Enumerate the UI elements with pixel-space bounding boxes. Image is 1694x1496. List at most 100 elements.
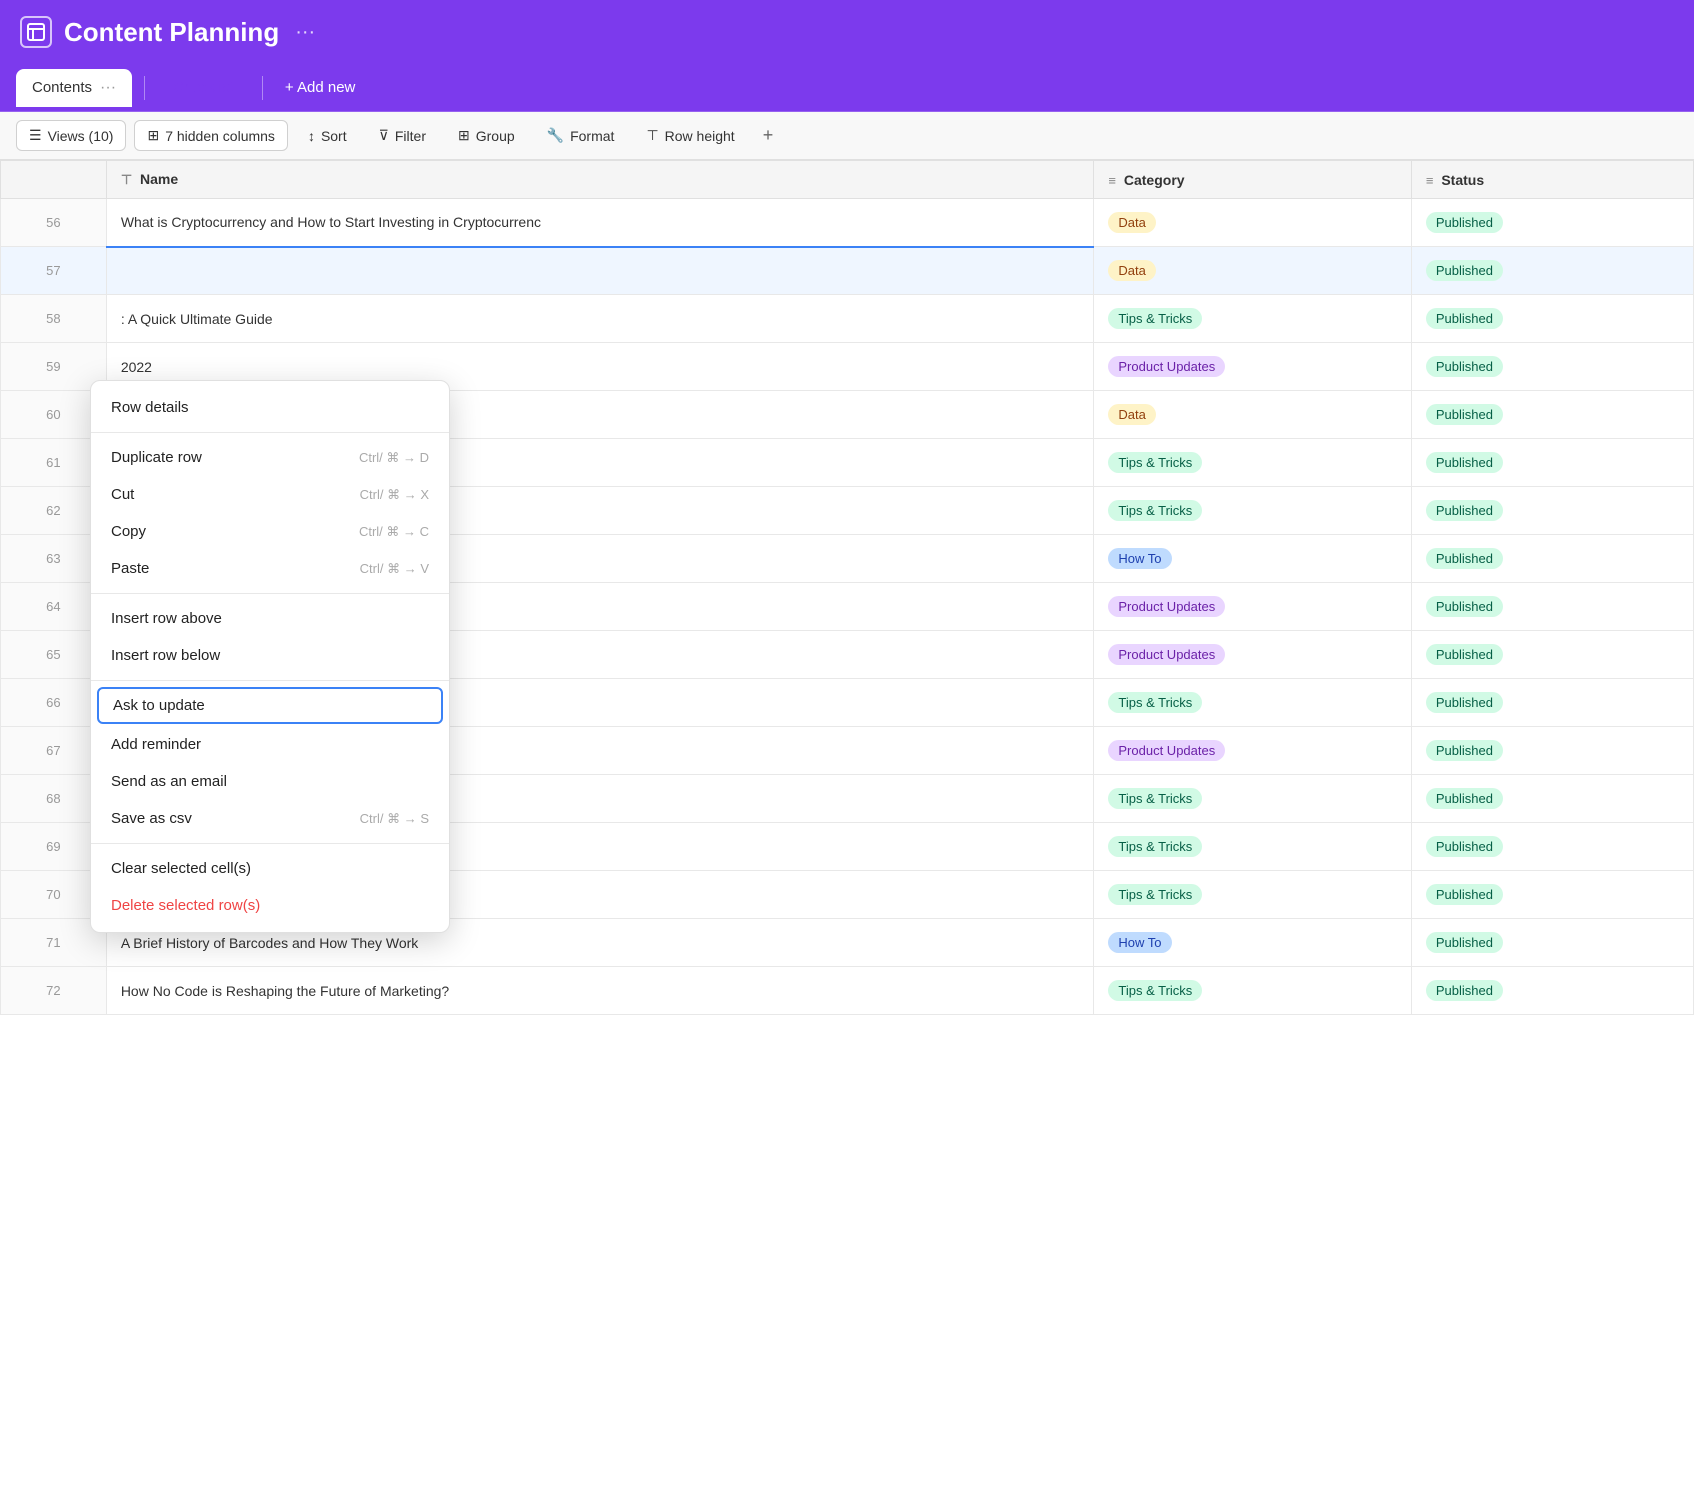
context-menu-item-insert-above[interactable]: Insert row above — [91, 600, 449, 637]
row-status[interactable]: Published — [1411, 823, 1693, 871]
row-category[interactable]: Data — [1094, 391, 1411, 439]
table-row: 56 What is Cryptocurrency and How to Sta… — [1, 199, 1694, 247]
filter-icon: ⊽ — [379, 127, 389, 144]
sort-button[interactable]: ↕ Sort — [296, 122, 359, 150]
context-menu-item-add-reminder[interactable]: Add reminder — [91, 726, 449, 763]
row-category[interactable]: Tips & Tricks — [1094, 439, 1411, 487]
tab-contents[interactable]: Contents ··· — [16, 69, 132, 107]
row-status[interactable]: Published — [1411, 775, 1693, 823]
context-menu-label-add-reminder: Add reminder — [111, 736, 201, 753]
row-category[interactable]: How To — [1094, 535, 1411, 583]
context-menu-shortcut-duplicate-row: Ctrl/ ⌘ → D — [359, 450, 429, 466]
row-status[interactable]: Published — [1411, 967, 1693, 1015]
name-col-label: Name — [140, 171, 178, 187]
row-height-button[interactable]: ⊤ Row height — [634, 121, 746, 150]
row-name[interactable]: : A Quick Ultimate Guide — [106, 295, 1094, 343]
context-menu-label-copy: Copy — [111, 523, 146, 540]
category-col-icon: ≡ — [1108, 173, 1116, 188]
row-category[interactable]: Data — [1094, 199, 1411, 247]
row-name[interactable] — [106, 247, 1094, 295]
category-col-label: Category — [1124, 172, 1185, 188]
context-menu-separator — [91, 593, 449, 594]
context-menu: Row details Duplicate rowCtrl/ ⌘ → DCutCt… — [90, 380, 450, 933]
row-status[interactable]: Published — [1411, 295, 1693, 343]
context-menu-label-paste: Paste — [111, 560, 149, 577]
category-column-header[interactable]: ≡ Category — [1094, 161, 1411, 199]
group-button[interactable]: ⊞ Group — [446, 121, 527, 150]
row-category[interactable]: Tips & Tricks — [1094, 487, 1411, 535]
context-menu-item-ask-update[interactable]: Ask to update — [97, 687, 443, 724]
filter-label: Filter — [395, 128, 426, 144]
row-status[interactable]: Published — [1411, 247, 1693, 295]
row-category[interactable]: Tips & Tricks — [1094, 823, 1411, 871]
row-status[interactable]: Published — [1411, 439, 1693, 487]
row-num-header — [1, 161, 107, 199]
status-column-header[interactable]: ≡ Status — [1411, 161, 1693, 199]
row-category[interactable]: Product Updates — [1094, 343, 1411, 391]
hidden-columns-button[interactable]: ⊞ 7 hidden columns — [134, 120, 287, 151]
toolbar: ☰ Views (10) ⊞ 7 hidden columns ↕ Sort ⊽… — [0, 112, 1694, 160]
row-status[interactable]: Published — [1411, 727, 1693, 775]
context-menu-item-delete-rows[interactable]: Delete selected row(s) — [91, 887, 449, 924]
row-category[interactable]: Product Updates — [1094, 727, 1411, 775]
context-menu-item-send-email[interactable]: Send as an email — [91, 763, 449, 800]
context-menu-item-row-details[interactable]: Row details — [91, 389, 449, 426]
row-category[interactable]: Product Updates — [1094, 583, 1411, 631]
row-category[interactable]: Tips & Tricks — [1094, 775, 1411, 823]
table-row: 72 How No Code is Reshaping the Future o… — [1, 967, 1694, 1015]
context-menu-shortcut-cut: Ctrl/ ⌘ → X — [360, 487, 429, 503]
context-menu-item-duplicate-row[interactable]: Duplicate rowCtrl/ ⌘ → D — [91, 439, 449, 476]
tab-contents-more[interactable]: ··· — [100, 79, 116, 97]
row-status[interactable]: Published — [1411, 199, 1693, 247]
context-menu-label-clear-cells: Clear selected cell(s) — [111, 860, 251, 877]
row-number: 72 — [1, 967, 107, 1015]
row-status[interactable]: Published — [1411, 535, 1693, 583]
row-status[interactable]: Published — [1411, 871, 1693, 919]
name-col-icon: ⊤ — [121, 172, 132, 188]
context-menu-shortcut-save-csv: Ctrl/ ⌘ → S — [360, 811, 429, 827]
hidden-cols-label: 7 hidden columns — [165, 128, 275, 144]
sort-label: Sort — [321, 128, 347, 144]
sort-icon: ↕ — [308, 128, 315, 144]
row-status[interactable]: Published — [1411, 487, 1693, 535]
context-menu-shortcut-copy: Ctrl/ ⌘ → C — [359, 524, 429, 540]
name-column-header[interactable]: ⊤ Name — [106, 161, 1094, 199]
context-menu-item-insert-below[interactable]: Insert row below — [91, 637, 449, 674]
row-name[interactable]: What is Cryptocurrency and How to Start … — [106, 199, 1094, 247]
row-category[interactable]: Tips & Tricks — [1094, 295, 1411, 343]
context-menu-item-copy[interactable]: Copy Ctrl/ ⌘ → C — [91, 513, 449, 550]
tab-checklist[interactable]: Checklist — [157, 69, 250, 107]
row-category[interactable]: Tips & Tricks — [1094, 871, 1411, 919]
format-button[interactable]: 🔧 Format — [535, 121, 627, 150]
row-category[interactable]: Product Updates — [1094, 631, 1411, 679]
context-menu-separator — [91, 843, 449, 844]
row-status[interactable]: Published — [1411, 919, 1693, 967]
context-menu-label-ask-update: Ask to update — [113, 697, 205, 714]
context-menu-item-cut[interactable]: CutCtrl/ ⌘ → X — [91, 476, 449, 513]
add-column-button[interactable]: + — [755, 121, 782, 150]
row-category[interactable]: Tips & Tricks — [1094, 679, 1411, 727]
context-menu-item-clear-cells[interactable]: Clear selected cell(s) — [91, 850, 449, 887]
tab-add-new-label: + Add new — [285, 79, 355, 96]
context-menu-item-save-csv[interactable]: Save as csvCtrl/ ⌘ → S — [91, 800, 449, 837]
tab-checklist-label: Checklist — [173, 79, 234, 96]
context-menu-item-paste[interactable]: PasteCtrl/ ⌘ → V — [91, 550, 449, 587]
row-category[interactable]: How To — [1094, 919, 1411, 967]
filter-button[interactable]: ⊽ Filter — [367, 121, 438, 150]
context-menu-label-insert-below: Insert row below — [111, 647, 220, 664]
row-status[interactable]: Published — [1411, 631, 1693, 679]
row-status[interactable]: Published — [1411, 391, 1693, 439]
row-status[interactable]: Published — [1411, 343, 1693, 391]
row-category[interactable]: Tips & Tricks — [1094, 967, 1411, 1015]
format-icon: 🔧 — [547, 127, 564, 144]
views-button[interactable]: ☰ Views (10) — [16, 120, 126, 151]
app-more-button[interactable]: ··· — [295, 21, 315, 44]
row-status[interactable]: Published — [1411, 583, 1693, 631]
row-number: 56 — [1, 199, 107, 247]
row-height-icon: ⊤ — [646, 127, 658, 144]
row-category[interactable]: Data — [1094, 247, 1411, 295]
tab-add-new[interactable]: + Add new — [275, 73, 365, 102]
context-menu-label-row-details: Row details — [111, 399, 189, 416]
row-status[interactable]: Published — [1411, 679, 1693, 727]
row-name[interactable]: How No Code is Reshaping the Future of M… — [106, 967, 1094, 1015]
